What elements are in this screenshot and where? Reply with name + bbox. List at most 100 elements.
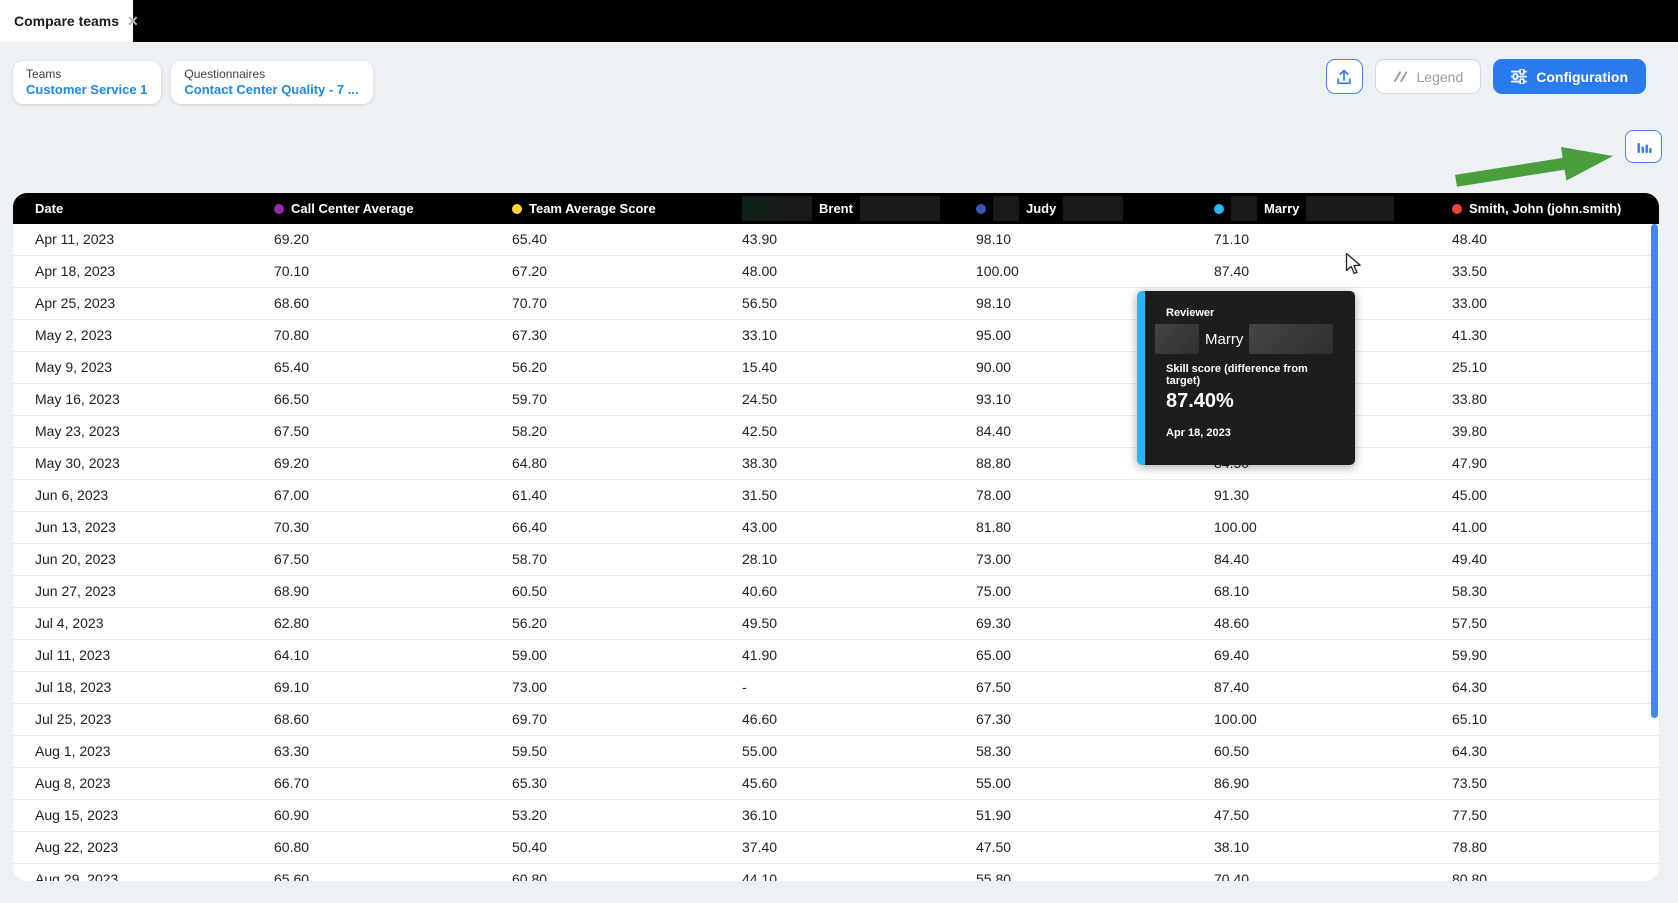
teams-filter-chip[interactable]: Teams Customer Service 1 xyxy=(13,61,161,104)
cell-call-center-average: 67.50 xyxy=(261,416,499,447)
table-row[interactable]: May 16, 202366.5059.7024.5093.1033.80 xyxy=(13,384,1659,416)
column-label: Brent xyxy=(819,201,853,216)
cell-smith: 45.00 xyxy=(1439,480,1659,511)
annotation-arrow-icon xyxy=(1452,144,1622,192)
cell-team-average-score: 65.30 xyxy=(499,768,729,799)
table-row[interactable]: Apr 25, 202368.6070.7056.5098.1033.00 xyxy=(13,288,1659,320)
cell-team-average-score: 59.00 xyxy=(499,640,729,671)
cell-date: May 9, 2023 xyxy=(13,352,261,383)
table-row[interactable]: Aug 15, 202360.9053.2036.1051.9047.5077.… xyxy=(13,800,1659,832)
table-row[interactable]: Jul 11, 202364.1059.0041.9065.0069.4059.… xyxy=(13,640,1659,672)
table-row[interactable]: Jul 4, 202362.8056.2049.5069.3048.6057.5… xyxy=(13,608,1659,640)
table-row[interactable]: Aug 22, 202360.8050.4037.4047.5038.1078.… xyxy=(13,832,1659,864)
vertical-scrollbar-thumb[interactable] xyxy=(1651,224,1658,718)
cell-call-center-average: 70.10 xyxy=(261,256,499,287)
cell-brent: 44.10 xyxy=(729,864,963,881)
export-button[interactable] xyxy=(1326,59,1363,94)
table-row[interactable]: Apr 18, 202370.1067.2048.00100.0087.4033… xyxy=(13,256,1659,288)
table-row[interactable]: Jun 6, 202367.0061.4031.5078.0091.3045.0… xyxy=(13,480,1659,512)
column-header-call-center-average: Call Center Average xyxy=(261,193,499,224)
cell-judy: 65.00 xyxy=(963,640,1201,671)
configuration-button[interactable]: Configuration xyxy=(1493,59,1646,94)
table-row[interactable]: May 23, 202367.5058.2042.5084.4039.80 xyxy=(13,416,1659,448)
cell-smith: 33.80 xyxy=(1439,384,1659,415)
table-row[interactable]: Aug 8, 202366.7065.3045.6055.0086.9073.5… xyxy=(13,768,1659,800)
cell-call-center-average: 69.20 xyxy=(261,224,499,255)
cell-smith: 41.00 xyxy=(1439,512,1659,543)
redaction-box xyxy=(1155,324,1199,354)
cell-marry: 86.90 xyxy=(1201,768,1439,799)
cell-smith: 77.50 xyxy=(1439,800,1659,831)
table-row[interactable]: May 30, 202369.2064.8038.3088.8084.5047.… xyxy=(13,448,1659,480)
table-row[interactable]: Aug 1, 202363.3059.5055.0058.3060.5064.3… xyxy=(13,736,1659,768)
questionnaires-filter-chip[interactable]: Questionnaires Contact Center Quality - … xyxy=(171,61,372,104)
cell-judy: 47.50 xyxy=(963,832,1201,863)
column-header-date: Date xyxy=(13,193,261,224)
tooltip-reviewer-row: Marry xyxy=(1155,324,1343,354)
table-row[interactable]: May 9, 202365.4056.2015.4090.0025.10 xyxy=(13,352,1659,384)
column-header-smith: Smith, John (john.smith) xyxy=(1439,193,1659,224)
cell-smith: 33.00 xyxy=(1439,288,1659,319)
table-row[interactable]: Apr 11, 202369.2065.4043.9098.1071.1048.… xyxy=(13,224,1659,256)
column-label: Call Center Average xyxy=(291,201,414,216)
column-header-brent: Brent xyxy=(729,193,963,224)
cell-smith: 39.80 xyxy=(1439,416,1659,447)
redaction-box xyxy=(1249,324,1333,354)
cell-brent: 43.00 xyxy=(729,512,963,543)
cell-date: Jun 27, 2023 xyxy=(13,576,261,607)
cell-team-average-score: 60.50 xyxy=(499,576,729,607)
cell-smith: 73.50 xyxy=(1439,768,1659,799)
cell-smith: 47.90 xyxy=(1439,448,1659,479)
table-row[interactable]: Jun 27, 202368.9060.5040.6075.0068.1058.… xyxy=(13,576,1659,608)
cell-call-center-average: 65.40 xyxy=(261,352,499,383)
cell-call-center-average: 67.50 xyxy=(261,544,499,575)
tab-compare-teams[interactable]: Compare teams ✕ xyxy=(0,0,133,42)
column-header-marry: Marry xyxy=(1201,193,1439,224)
series-dot-team-average-score xyxy=(512,204,522,214)
table-row[interactable]: May 2, 202370.8067.3033.1095.0041.30 xyxy=(13,320,1659,352)
cell-smith: 48.40 xyxy=(1439,224,1659,255)
cell-judy: 73.00 xyxy=(963,544,1201,575)
cell-date: Jul 18, 2023 xyxy=(13,672,261,703)
cell-smith: 49.40 xyxy=(1439,544,1659,575)
table-row[interactable]: Jul 25, 202368.6069.7046.6067.30100.0065… xyxy=(13,704,1659,736)
tab-title: Compare teams xyxy=(14,13,119,29)
cell-judy: 67.50 xyxy=(963,672,1201,703)
tooltip-metric-label: Skill score (difference from target) xyxy=(1166,363,1343,387)
close-icon[interactable]: ✕ xyxy=(127,14,139,28)
column-label: Marry xyxy=(1264,201,1299,216)
cell-call-center-average: 68.60 xyxy=(261,288,499,319)
redaction-box xyxy=(1063,196,1123,221)
cell-marry: 47.50 xyxy=(1201,800,1439,831)
cell-date: Jul 4, 2023 xyxy=(13,608,261,639)
cell-marry: 100.00 xyxy=(1201,704,1439,735)
cell-team-average-score: 56.20 xyxy=(499,608,729,639)
table-row[interactable]: Aug 29, 202365.6060.8044.1055.8070.4080.… xyxy=(13,864,1659,881)
table-row[interactable]: Jun 13, 202370.3066.4043.0081.80100.0041… xyxy=(13,512,1659,544)
table-row[interactable]: Jun 20, 202367.5058.7028.1073.0084.4049.… xyxy=(13,544,1659,576)
cell-brent: 41.90 xyxy=(729,640,963,671)
table-row[interactable]: Jul 18, 202369.1073.00-67.5087.4064.30 xyxy=(13,672,1659,704)
series-dot-smith xyxy=(1452,204,1462,214)
cell-marry: 70.40 xyxy=(1201,864,1439,881)
legend-button[interactable]: Legend xyxy=(1375,59,1482,94)
cell-marry: 91.30 xyxy=(1201,480,1439,511)
cell-date: Jun 13, 2023 xyxy=(13,512,261,543)
cell-call-center-average: 69.10 xyxy=(261,672,499,703)
cell-brent: 40.60 xyxy=(729,576,963,607)
chart-view-toggle-button[interactable] xyxy=(1625,130,1662,163)
cell-judy: 75.00 xyxy=(963,576,1201,607)
cell-team-average-score: 53.20 xyxy=(499,800,729,831)
cell-smith: 78.80 xyxy=(1439,832,1659,863)
cell-team-average-score: 64.80 xyxy=(499,448,729,479)
cell-date: Aug 8, 2023 xyxy=(13,768,261,799)
cell-date: May 23, 2023 xyxy=(13,416,261,447)
cell-judy: 55.00 xyxy=(963,768,1201,799)
cell-smith: 33.50 xyxy=(1439,256,1659,287)
tooltip-metric-value: 87.40% xyxy=(1166,390,1343,413)
cell-team-average-score: 73.00 xyxy=(499,672,729,703)
cell-marry: 48.60 xyxy=(1201,608,1439,639)
series-dot-marry xyxy=(1214,204,1224,214)
cell-date: Jun 6, 2023 xyxy=(13,480,261,511)
cell-brent: - xyxy=(729,672,963,703)
